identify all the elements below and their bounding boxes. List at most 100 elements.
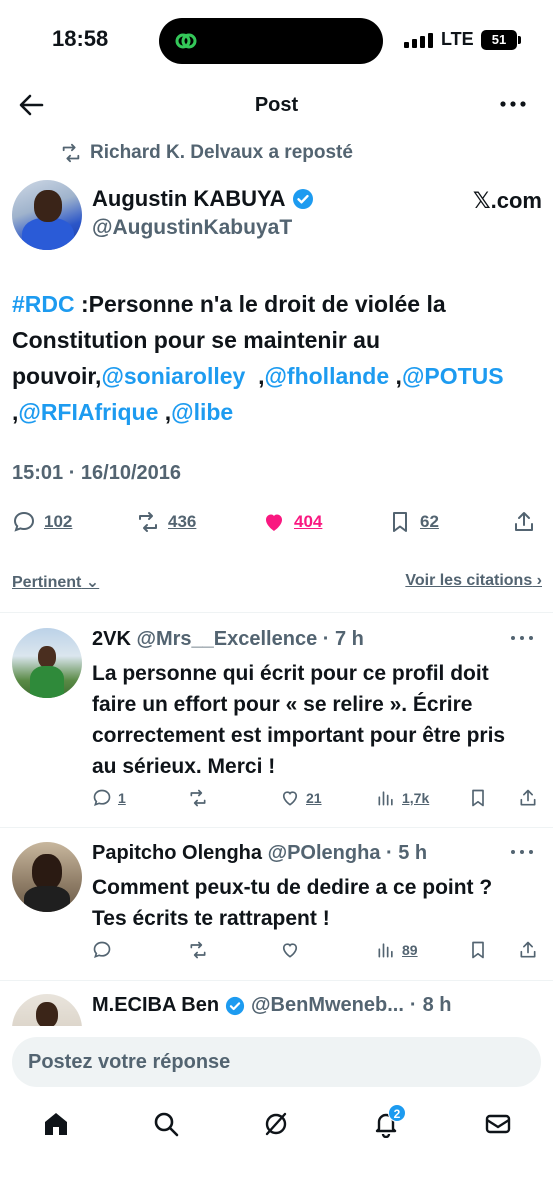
reply-header: M.ECIBA Ben @BenMweneb... · 8 h	[92, 994, 452, 1017]
bookmark-icon	[393, 512, 407, 532]
reply-author-handle[interactable]: @POlengha	[268, 842, 381, 864]
more-icon[interactable]	[498, 94, 528, 114]
bookmark-icon	[472, 941, 484, 959]
like-button[interactable]: 404	[262, 510, 322, 534]
repost-icon	[139, 512, 157, 532]
repost-count: 436	[168, 512, 197, 531]
repost-button[interactable]: 436	[136, 510, 196, 534]
tab-home[interactable]	[42, 1110, 72, 1140]
like-button[interactable]: 21	[280, 788, 322, 808]
repost-indicator[interactable]: Richard K. Delvaux a reposté	[60, 142, 353, 164]
reply-sort-row: Pertinent ⌄ Voir les citations ›	[12, 570, 542, 594]
views-chart-icon	[378, 943, 393, 958]
bookmark-button[interactable]	[468, 788, 488, 808]
reply-author-name[interactable]: Papitcho Olengha	[92, 842, 262, 864]
repost-icon	[190, 789, 206, 807]
share-button[interactable]	[518, 940, 538, 960]
avatar[interactable]	[12, 842, 82, 912]
tab-grok[interactable]	[262, 1110, 292, 1140]
author-handle[interactable]: @AugustinKabuyaT	[92, 216, 292, 240]
like-button[interactable]	[280, 940, 300, 960]
reply-button[interactable]: 102	[12, 510, 72, 534]
reply-input[interactable]	[12, 1037, 541, 1087]
chevron-down-icon: ⌄	[81, 574, 100, 591]
reply-button[interactable]	[92, 940, 112, 960]
status-bar: 18:58 LTE 51	[0, 0, 553, 80]
reply-author-handle[interactable]: @Mrs__Excellence	[136, 628, 317, 650]
dynamic-island	[159, 18, 383, 64]
repost-button[interactable]	[188, 788, 208, 808]
notification-badge: 2	[388, 1104, 406, 1122]
reply-author-handle[interactable]: @BenMweneb...	[251, 994, 404, 1017]
divider	[0, 827, 553, 828]
avatar[interactable]	[12, 628, 82, 698]
author-row: Augustin KABUYA @AugustinKabuyaT 𝕏.com	[12, 178, 542, 250]
view-count: 1,7k	[402, 790, 430, 806]
reply-actions: 89	[92, 940, 542, 964]
tab-notifications[interactable]: 2	[372, 1104, 406, 1140]
like-count: 21	[306, 790, 322, 806]
reply-text: La personne qui écrit pour ce profil doi…	[92, 662, 506, 778]
mention-link[interactable]: @POTUS	[402, 363, 504, 389]
repost-text: Richard K. Delvaux a reposté	[90, 142, 353, 163]
tweet-timestamp[interactable]: 15:01 · 16/10/2016	[12, 462, 181, 485]
sort-dropdown[interactable]: Pertinent ⌄	[12, 572, 99, 592]
reply-button[interactable]: 1	[92, 788, 126, 808]
reply-time: 7 h	[334, 628, 364, 650]
mention-link[interactable]: @fhollande	[265, 363, 390, 389]
hashtag-link[interactable]: #RDC	[12, 291, 75, 317]
avatar[interactable]	[12, 994, 82, 1026]
reply-item[interactable]: 2VK @Mrs__Excellence · 7 h La personne q…	[0, 628, 553, 824]
reply-composer[interactable]	[12, 1037, 541, 1087]
mention-link[interactable]: @RFIAfrique	[18, 399, 158, 425]
battery-icon: 51	[481, 30, 521, 50]
reply-count: 1	[118, 790, 126, 806]
views-button[interactable]: 1,7k	[376, 788, 429, 808]
share-button[interactable]	[512, 510, 536, 534]
signal-icon	[404, 32, 434, 48]
tab-messages[interactable]	[484, 1110, 514, 1140]
reply-actions: 1 21 1,7k	[92, 788, 542, 812]
reply-time: 8 h	[422, 994, 452, 1016]
author-name[interactable]: Augustin KABUYA	[92, 186, 314, 212]
bookmark-button[interactable]: 62	[388, 510, 439, 534]
bottom-tab-bar: 2	[0, 1100, 553, 1156]
link-icon	[175, 33, 197, 49]
reply-icon	[13, 511, 35, 532]
avatar[interactable]	[12, 180, 82, 250]
reply-text: Comment peux-tu de dedire a ce point ? T…	[92, 876, 493, 930]
reply-item[interactable]: M.ECIBA Ben @BenMweneb... · 8 h	[0, 994, 553, 1026]
divider	[0, 980, 553, 981]
network-label: LTE	[441, 29, 474, 49]
reply-time: 5 h	[398, 842, 428, 864]
views-button[interactable]: 89	[376, 940, 418, 960]
divider	[0, 612, 553, 613]
share-button[interactable]	[518, 788, 538, 808]
reply-icon	[93, 941, 111, 959]
reply-header: Papitcho Olengha @POlengha · 5 h	[92, 842, 428, 864]
tweet-text: #RDC :Personne n'a le droit de violée la…	[12, 291, 504, 425]
mention-link[interactable]: @soniarolley	[101, 363, 245, 389]
search-icon	[154, 1112, 179, 1137]
share-icon	[520, 941, 536, 958]
reply-author-name[interactable]: 2VK	[92, 628, 131, 650]
view-quotes-link[interactable]: Voir les citations ›	[405, 572, 542, 590]
repost-icon	[62, 143, 80, 163]
heart-icon	[282, 943, 298, 958]
status-time: 18:58	[52, 26, 109, 51]
reply-item[interactable]: Papitcho Olengha @POlengha · 5 h Comment…	[0, 842, 553, 980]
more-icon[interactable]	[509, 842, 535, 862]
author-name-text: Augustin KABUYA	[92, 186, 286, 211]
view-quotes-label: Voir les citations	[405, 572, 533, 589]
tab-search[interactable]	[152, 1110, 182, 1140]
repost-button[interactable]	[188, 940, 208, 960]
mail-icon	[485, 1114, 511, 1134]
reply-author-name[interactable]: M.ECIBA Ben	[92, 994, 219, 1017]
bookmark-button[interactable]	[468, 940, 488, 960]
share-icon	[515, 512, 533, 531]
like-count: 404	[294, 512, 323, 531]
repost-icon	[190, 941, 206, 959]
view-count: 89	[402, 942, 418, 958]
mention-link[interactable]: @libe	[171, 399, 233, 425]
more-icon[interactable]	[509, 628, 535, 648]
